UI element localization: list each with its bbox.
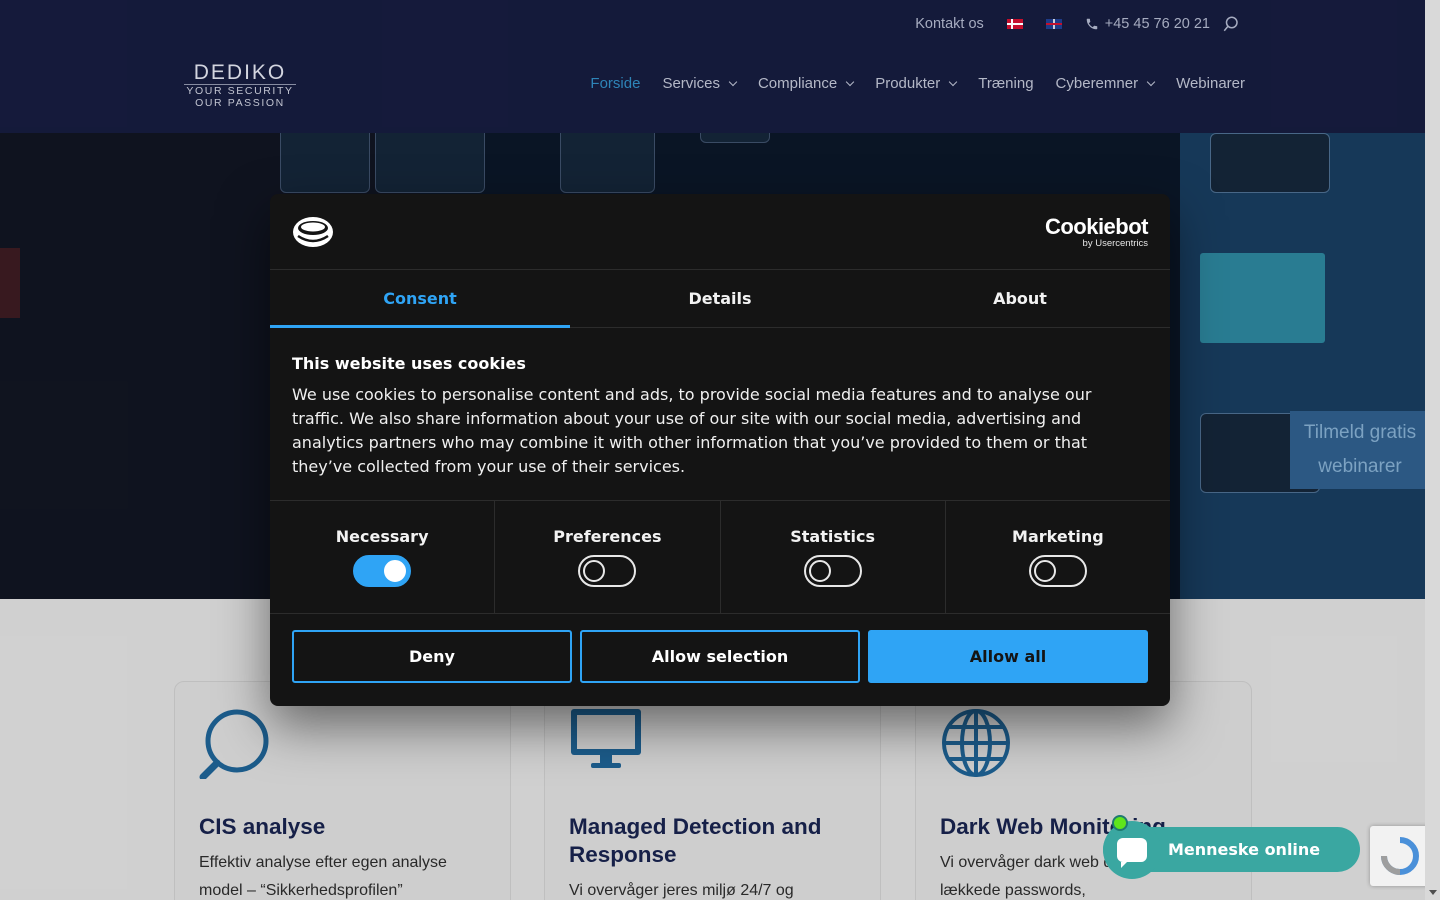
toggle-group-marketing: Marketing	[946, 501, 1170, 613]
toggle-group-necessary: Necessary	[270, 501, 496, 613]
dialog-text: We use cookies to personalise content an…	[292, 385, 1092, 476]
toggle-group-preferences: Preferences	[495, 501, 721, 613]
deny-button[interactable]: Deny	[292, 630, 572, 683]
toggle-knob	[583, 560, 606, 582]
toggle-group-statistics: Statistics	[721, 501, 946, 613]
scroll-down-arrow-icon[interactable]	[1429, 890, 1437, 895]
statistics-toggle[interactable]	[803, 555, 862, 587]
toggle-label: Preferences	[553, 527, 662, 546]
cookiebot-brand[interactable]: Cookiebot by Usercentrics	[1044, 214, 1149, 250]
recaptcha-badge[interactable]	[1370, 826, 1430, 886]
cookiebot-brand-name: Cookiebot	[1044, 214, 1149, 239]
page-scrollbar[interactable]	[1425, 0, 1440, 900]
chat-bubble[interactable]	[1103, 821, 1161, 879]
tab-details[interactable]: Details	[570, 270, 870, 327]
dialog-buttons: Deny Allow selection Allow all	[270, 614, 1170, 699]
dialog-title: This website uses cookies	[292, 354, 526, 373]
recaptcha-icon	[1381, 837, 1419, 875]
marketing-toggle[interactable]	[1028, 555, 1087, 587]
preferences-toggle[interactable]	[578, 555, 637, 587]
consent-toggles: Necessary Preferences Statistics Marketi…	[270, 501, 1170, 614]
chat-label: Menneske online	[1168, 840, 1321, 859]
dialog-header: Cookiebot by Usercentrics	[270, 194, 1170, 270]
cookiebot-logo-icon	[292, 216, 334, 252]
chat-widget[interactable]: Menneske online	[1103, 815, 1360, 879]
tab-about[interactable]: About	[870, 270, 1170, 327]
allow-selection-button[interactable]: Allow selection	[580, 630, 860, 683]
cookiebot-brand-sub: by Usercentrics	[1082, 238, 1148, 249]
online-status-icon	[1112, 815, 1128, 831]
toggle-knob	[1033, 560, 1056, 582]
toggle-label: Necessary	[335, 527, 429, 546]
allow-all-button[interactable]: Allow all	[868, 630, 1148, 683]
toggle-label: Statistics	[790, 527, 875, 546]
dialog-body: This website uses cookies We use cookies…	[270, 328, 1170, 501]
tab-consent[interactable]: Consent	[270, 270, 570, 328]
toggle-label: Marketing	[1012, 527, 1104, 546]
chat-icon	[1117, 838, 1147, 868]
dialog-tabs: Consent Details About	[270, 270, 1170, 328]
toggle-knob	[808, 560, 831, 582]
necessary-toggle[interactable]	[353, 555, 412, 587]
cookie-consent-dialog: Cookiebot by Usercentrics Consent Detail…	[270, 194, 1170, 706]
toggle-knob	[384, 560, 407, 582]
